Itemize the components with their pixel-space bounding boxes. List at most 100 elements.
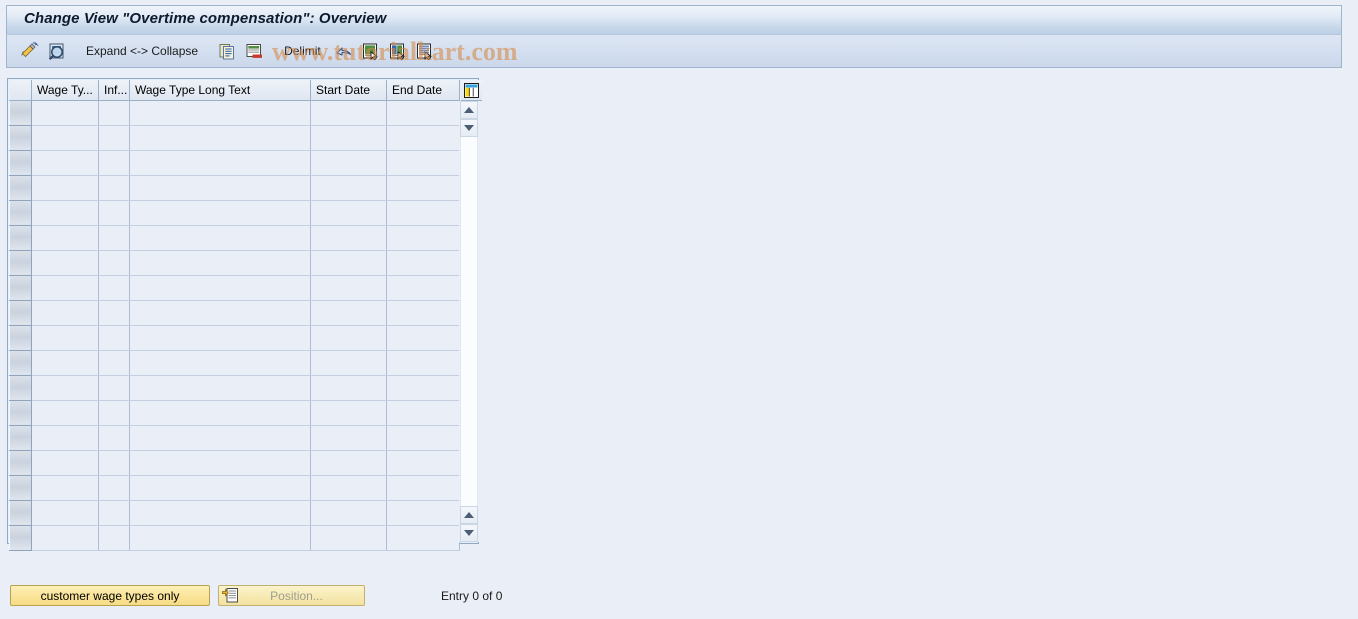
cell-long_text[interactable] <box>129 450 311 476</box>
table-vertical-scrollbar[interactable] <box>459 101 479 542</box>
cell-start_date[interactable] <box>310 475 387 501</box>
cell-infotype[interactable] <box>98 450 130 476</box>
cell-infotype[interactable] <box>98 375 130 401</box>
table-settings-button[interactable] <box>461 80 482 101</box>
cell-long_text[interactable] <box>129 500 311 526</box>
table-row[interactable] <box>9 224 460 251</box>
cell-long_text[interactable] <box>129 400 311 426</box>
select-all-button[interactable] <box>357 40 384 62</box>
customer-wage-types-only-button[interactable]: customer wage types only <box>10 585 210 606</box>
undo-button[interactable] <box>330 40 357 62</box>
cell-end_date[interactable] <box>386 200 460 226</box>
cell-wage_type[interactable] <box>31 175 99 201</box>
cell-long_text[interactable] <box>129 250 311 276</box>
cell-wage_type[interactable] <box>31 350 99 376</box>
cell-long_text[interactable] <box>129 350 311 376</box>
cell-start_date[interactable] <box>310 400 387 426</box>
row-select-cell[interactable] <box>9 224 32 251</box>
row-select-cell[interactable] <box>9 499 32 526</box>
row-select-cell[interactable] <box>9 399 32 426</box>
column-header-end-date[interactable]: End Date <box>386 80 460 101</box>
cell-start_date[interactable] <box>310 100 387 126</box>
row-select-cell[interactable] <box>9 149 32 176</box>
cell-start_date[interactable] <box>310 225 387 251</box>
row-select-cell[interactable] <box>9 299 32 326</box>
cell-infotype[interactable] <box>98 300 130 326</box>
deselect-all-button[interactable] <box>411 40 438 62</box>
cell-infotype[interactable] <box>98 475 130 501</box>
cell-start_date[interactable] <box>310 250 387 276</box>
cell-end_date[interactable] <box>386 300 460 326</box>
cell-long_text[interactable] <box>129 200 311 226</box>
table-row[interactable] <box>9 274 460 301</box>
cell-infotype[interactable] <box>98 275 130 301</box>
cell-infotype[interactable] <box>98 400 130 426</box>
cell-wage_type[interactable] <box>31 325 99 351</box>
cell-infotype[interactable] <box>98 200 130 226</box>
cell-infotype[interactable] <box>98 175 130 201</box>
cell-end_date[interactable] <box>386 250 460 276</box>
cell-infotype[interactable] <box>98 150 130 176</box>
cell-long_text[interactable] <box>129 300 311 326</box>
row-select-cell[interactable] <box>9 199 32 226</box>
cell-end_date[interactable] <box>386 450 460 476</box>
cell-long_text[interactable] <box>129 475 311 501</box>
column-header-wage-type[interactable]: Wage Ty... <box>31 80 99 101</box>
table-row[interactable] <box>9 149 460 176</box>
cell-start_date[interactable] <box>310 175 387 201</box>
scroll-down-top-button[interactable] <box>460 119 478 137</box>
cell-infotype[interactable] <box>98 500 130 526</box>
cell-start_date[interactable] <box>310 200 387 226</box>
column-header-select[interactable] <box>9 80 32 101</box>
cell-end_date[interactable] <box>386 525 460 551</box>
cell-long_text[interactable] <box>129 150 311 176</box>
cell-infotype[interactable] <box>98 225 130 251</box>
table-row[interactable] <box>9 399 460 426</box>
cell-infotype[interactable] <box>98 425 130 451</box>
cell-end_date[interactable] <box>386 350 460 376</box>
select-block-button[interactable] <box>384 40 411 62</box>
cell-start_date[interactable] <box>310 350 387 376</box>
row-select-cell[interactable] <box>9 99 32 126</box>
cell-wage_type[interactable] <box>31 525 99 551</box>
cell-infotype[interactable] <box>98 100 130 126</box>
cell-start_date[interactable] <box>310 325 387 351</box>
copy-button[interactable] <box>214 40 241 62</box>
cell-infotype[interactable] <box>98 350 130 376</box>
cell-end_date[interactable] <box>386 500 460 526</box>
cell-wage_type[interactable] <box>31 275 99 301</box>
table-row[interactable] <box>9 299 460 326</box>
cell-wage_type[interactable] <box>31 450 99 476</box>
cell-infotype[interactable] <box>98 325 130 351</box>
row-select-cell[interactable] <box>9 274 32 301</box>
cell-wage_type[interactable] <box>31 100 99 126</box>
cell-wage_type[interactable] <box>31 125 99 151</box>
cell-end_date[interactable] <box>386 100 460 126</box>
cell-start_date[interactable] <box>310 125 387 151</box>
column-header-long-text[interactable]: Wage Type Long Text <box>129 80 311 101</box>
cell-wage_type[interactable] <box>31 150 99 176</box>
scrollbar-track[interactable] <box>460 137 478 506</box>
cell-start_date[interactable] <box>310 275 387 301</box>
row-select-cell[interactable] <box>9 349 32 376</box>
table-row[interactable] <box>9 249 460 276</box>
cell-end_date[interactable] <box>386 175 460 201</box>
cell-end_date[interactable] <box>386 375 460 401</box>
row-select-cell[interactable] <box>9 424 32 451</box>
cell-end_date[interactable] <box>386 325 460 351</box>
position-button[interactable]: Position... <box>218 585 365 606</box>
cell-wage_type[interactable] <box>31 500 99 526</box>
cell-wage_type[interactable] <box>31 225 99 251</box>
table-row[interactable] <box>9 174 460 201</box>
table-row[interactable] <box>9 524 460 551</box>
scroll-up-top-button[interactable] <box>460 101 478 119</box>
cell-start_date[interactable] <box>310 525 387 551</box>
cell-long_text[interactable] <box>129 325 311 351</box>
row-select-cell[interactable] <box>9 474 32 501</box>
scroll-up-bottom-button[interactable] <box>460 506 478 524</box>
delete-button[interactable] <box>241 40 268 62</box>
cell-infotype[interactable] <box>98 125 130 151</box>
table-row[interactable] <box>9 324 460 351</box>
cell-start_date[interactable] <box>310 150 387 176</box>
cell-end_date[interactable] <box>386 275 460 301</box>
